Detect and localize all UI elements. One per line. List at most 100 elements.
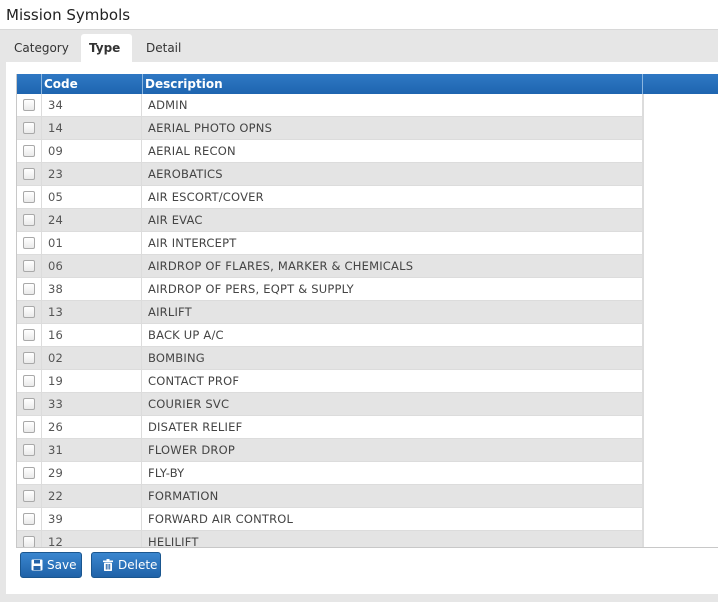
code-cell: 19 [42,370,142,392]
code-cell: 06 [42,255,142,277]
row-checkbox-cell [17,186,42,208]
row-checkbox-cell [17,462,42,484]
row-checkbox-cell [17,278,42,300]
row-checkbox[interactable] [23,191,35,203]
bottom-strip [0,594,718,602]
row-checkbox[interactable] [23,536,35,547]
table-row[interactable]: 14 AERIAL PHOTO OPNS [17,117,643,140]
row-checkbox-cell [17,301,42,323]
description-cell: BACK UP A/C [143,324,643,346]
table-row[interactable]: 23 AEROBATICS [17,163,643,186]
description-cell: FLOWER DROP [143,439,643,461]
code-cell: 24 [42,209,142,231]
tab-detail[interactable]: Detail [138,34,189,62]
code-cell: 29 [42,462,142,484]
row-checkbox[interactable] [23,444,35,456]
save-button[interactable]: Save [20,552,82,578]
table-row[interactable]: 09 AERIAL RECON [17,140,643,163]
description-cell: ADMIN [143,94,643,116]
description-cell: AERIAL RECON [143,140,643,162]
table-row[interactable]: 31 FLOWER DROP [17,439,643,462]
row-checkbox[interactable] [23,214,35,226]
save-button-label: Save [47,558,77,572]
code-column-header[interactable]: Code [42,74,143,94]
table-row[interactable]: 12 HELILIFT [17,531,643,547]
description-cell: DISATER RELIEF [143,416,643,438]
row-checkbox[interactable] [23,237,35,249]
row-checkbox[interactable] [23,306,35,318]
row-checkbox-cell [17,255,42,277]
table-row[interactable]: 02 BOMBING [17,347,643,370]
code-cell: 23 [42,163,142,185]
row-checkbox-cell [17,508,42,530]
code-cell: 12 [42,531,142,547]
row-checkbox[interactable] [23,490,35,502]
table-row[interactable]: 22 FORMATION [17,485,643,508]
row-checkbox[interactable] [23,260,35,272]
table-row[interactable]: 38 AIRDROP OF PERS, EQPT & SUPPLY [17,278,643,301]
row-checkbox-cell [17,163,42,185]
row-checkbox-cell [17,370,42,392]
row-checkbox[interactable] [23,421,35,433]
select-column-header[interactable] [17,74,42,94]
mission-type-grid: Code Description 34 ADMIN 14 AERIAL PHOTO O… [16,74,718,548]
description-cell: AIR ESCORT/COVER [143,186,643,208]
row-checkbox[interactable] [23,352,35,364]
description-cell: AIR INTERCEPT [143,232,643,254]
row-checkbox-cell [17,485,42,507]
code-cell: 39 [42,508,142,530]
row-checkbox[interactable] [23,283,35,295]
row-checkbox[interactable] [23,122,35,134]
description-column-header[interactable]: Description [143,74,643,94]
tab-type[interactable]: Type [81,34,132,62]
floppy-disk-icon [31,559,43,571]
row-checkbox-cell [17,439,42,461]
row-checkbox-cell [17,232,42,254]
description-cell: FORWARD AIR CONTROL [143,508,643,530]
row-checkbox[interactable] [23,375,35,387]
description-cell: BOMBING [143,347,643,369]
mission-symbols-window: Mission Symbols Category Type Detail Cod… [0,0,718,602]
tab-category[interactable]: Category [6,34,77,62]
table-row[interactable]: 26 DISATER RELIEF [17,416,643,439]
table-row[interactable]: 19 CONTACT PROF [17,370,643,393]
row-checkbox-cell [17,117,42,139]
row-checkbox-cell [17,531,42,547]
row-checkbox[interactable] [23,398,35,410]
table-row[interactable]: 01 AIR INTERCEPT [17,232,643,255]
code-cell: 14 [42,117,142,139]
table-row[interactable]: 29 FLY-BY [17,462,643,485]
row-checkbox-cell [17,140,42,162]
table-row[interactable]: 34 ADMIN [17,94,643,117]
title-bar: Mission Symbols [0,0,718,30]
description-cell: AIR EVAC [143,209,643,231]
code-cell: 34 [42,94,142,116]
row-checkbox[interactable] [23,467,35,479]
table-row[interactable]: 05 AIR ESCORT/COVER [17,186,643,209]
delete-button[interactable]: Delete [91,552,161,578]
table-row[interactable]: 33 COURIER SVC [17,393,643,416]
row-checkbox[interactable] [23,329,35,341]
table-row[interactable]: 16 BACK UP A/C [17,324,643,347]
table-row[interactable]: 24 AIR EVAC [17,209,643,232]
table-row[interactable]: 13 AIRLIFT [17,301,643,324]
code-cell: 09 [42,140,142,162]
row-checkbox-cell [17,94,42,116]
table-row[interactable]: 39 FORWARD AIR CONTROL [17,508,643,531]
row-checkbox[interactable] [23,513,35,525]
row-checkbox[interactable] [23,99,35,111]
description-cell: FLY-BY [143,462,643,484]
description-cell: AERIAL PHOTO OPNS [143,117,643,139]
row-checkbox[interactable] [23,168,35,180]
description-cell: AIRLIFT [143,301,643,323]
grid-body: 34 ADMIN 14 AERIAL PHOTO OPNS 09 AERIAL RECON… [17,94,643,547]
grid-divider [643,94,644,547]
description-cell: CONTACT PROF [143,370,643,392]
code-cell: 22 [42,485,142,507]
trash-icon [103,559,113,571]
grid-header: Code Description [17,74,718,94]
row-checkbox[interactable] [23,145,35,157]
table-row[interactable]: 06 AIRDROP OF FLARES, MARKER & CHEMICALS [17,255,643,278]
code-cell: 31 [42,439,142,461]
description-cell: FORMATION [143,485,643,507]
